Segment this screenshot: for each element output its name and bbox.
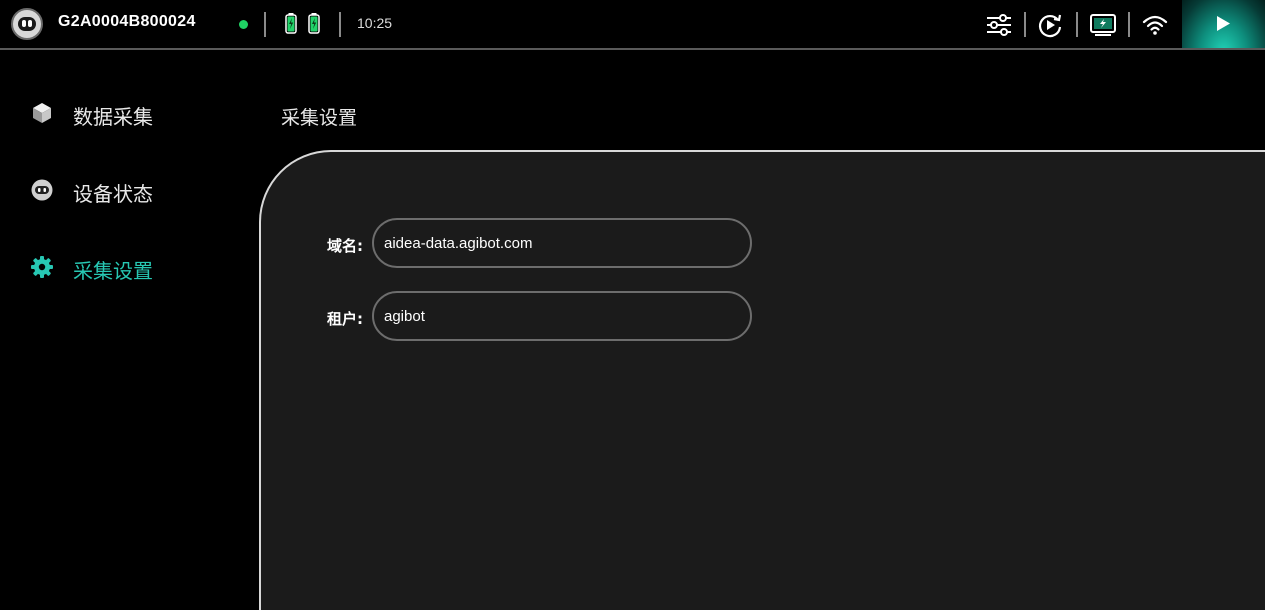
cube-icon [33, 103, 51, 123]
battery-charging-icon [285, 13, 297, 34]
screen-icon[interactable] [1089, 11, 1117, 39]
wifi-icon[interactable] [1141, 11, 1169, 39]
tenant-label: 租户: [327, 310, 363, 328]
sliders-icon[interactable] [985, 11, 1013, 39]
clock-time: 10:25 [357, 15, 393, 31]
tenant-input[interactable] [372, 291, 752, 341]
divider [339, 12, 341, 37]
replay-icon[interactable] [1036, 11, 1064, 39]
battery-charging-icon [308, 13, 320, 34]
domain-label: 域名: [327, 237, 363, 255]
sidebar-item-label: 采集设置 [73, 259, 153, 283]
top-bar: G2A0004B800024 10:25 [0, 0, 1265, 50]
gear-icon [31, 256, 53, 278]
domain-input[interactable] [372, 218, 752, 268]
robot-head-icon [31, 179, 53, 201]
sidebar-item-label: 设备状态 [73, 182, 153, 206]
sidebar-item-label: 数据采集 [73, 105, 153, 129]
device-id: G2A0004B800024 [58, 13, 196, 30]
robot-avatar[interactable] [11, 8, 43, 40]
connection-status-dot [239, 20, 248, 29]
page-title: 采集设置 [281, 107, 358, 129]
divider [1024, 12, 1026, 37]
divider [1076, 12, 1078, 37]
divider [264, 12, 266, 37]
play-icon [1217, 16, 1230, 31]
play-button[interactable] [1182, 0, 1265, 48]
divider [1128, 12, 1130, 37]
